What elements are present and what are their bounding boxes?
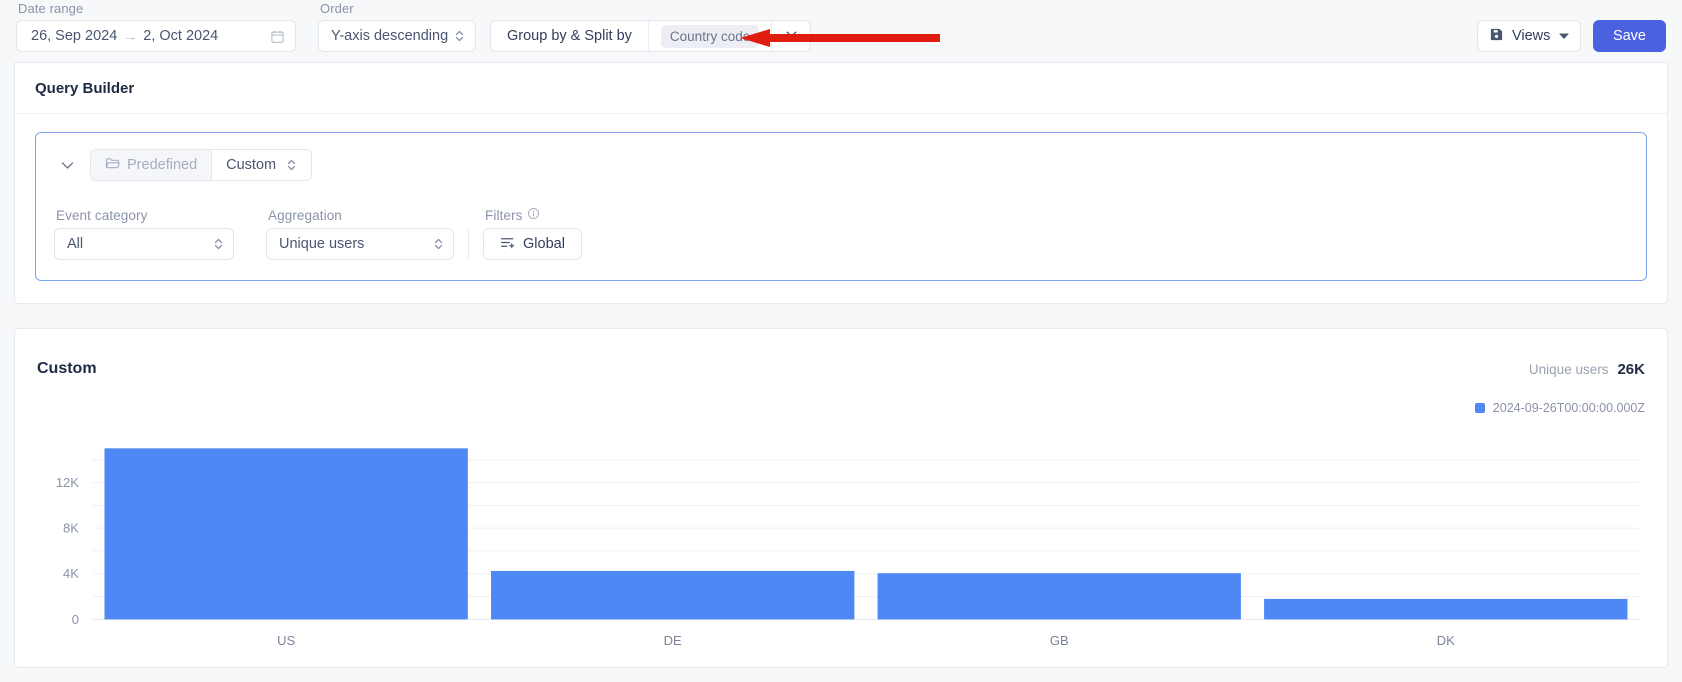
- order-select[interactable]: Y-axis descending: [318, 20, 476, 52]
- event-category-select[interactable]: All: [54, 228, 234, 260]
- date-range-separator: →: [123, 28, 138, 44]
- bar[interactable]: [104, 448, 468, 620]
- metric-label: Unique users: [1528, 361, 1609, 377]
- query-builder-body: Predefined Custom Event category All Agg…: [15, 114, 1667, 303]
- y-axis-tick-label: 12K: [56, 475, 79, 490]
- query-fields-row: Event category All Aggregation Unique us…: [54, 207, 1628, 260]
- query-builder-card: Query Builder Predefined Custom Event ca…: [14, 62, 1668, 304]
- save-button[interactable]: Save: [1592, 20, 1666, 52]
- chart-card: Custom Unique users 26K 2024-09-26T00:00…: [14, 328, 1668, 668]
- toolbar: Date range 26, Sep 2024 → 2, Oct 2024 Or…: [0, 0, 1682, 62]
- chevron-updown-icon: [433, 237, 444, 251]
- bar[interactable]: [1264, 598, 1628, 620]
- chart-legend: 2024-09-26T00:00:00.000Z: [15, 389, 1667, 415]
- bar-chart: 0 4K 8K 12K US DE GB DK: [56, 448, 1640, 648]
- order-value: Y-axis descending: [331, 28, 449, 44]
- date-range-label: Date range: [18, 1, 84, 16]
- x-axis-tick-label: GB: [1050, 633, 1069, 648]
- folder-icon: [105, 157, 120, 174]
- date-range-start: 26, Sep 2024: [31, 28, 118, 44]
- filter-icon: [500, 236, 515, 253]
- chevron-updown-icon: [213, 237, 224, 251]
- chevron-updown-icon: [286, 158, 297, 172]
- aggregation-group: Aggregation Unique users: [266, 208, 454, 260]
- mode-custom-label: Custom: [226, 157, 277, 173]
- date-range-end: 2, Oct 2024: [143, 28, 219, 44]
- collapse-toggle-icon[interactable]: [54, 152, 80, 178]
- chevron-updown-icon: [454, 29, 465, 43]
- query-builder-title: Query Builder: [15, 63, 1667, 114]
- chart-header: Custom Unique users 26K: [15, 329, 1667, 389]
- date-range-group: Date range 26, Sep 2024 → 2, Oct 2024: [16, 1, 296, 52]
- group-by-control[interactable]: Group by & Split by Country code: [490, 20, 812, 52]
- event-category-label: Event category: [56, 208, 148, 223]
- legend-label: 2024-09-26T00:00:00.000Z: [1492, 401, 1645, 415]
- filters-group: Filters Global: [483, 207, 582, 260]
- chart-title: Custom: [37, 360, 97, 377]
- field-divider: [468, 229, 469, 259]
- bar[interactable]: [491, 570, 855, 620]
- order-group: Order Y-axis descending: [318, 1, 476, 52]
- group-by-chip-wrap: Country code: [649, 21, 773, 51]
- views-button-label: Views: [1511, 28, 1551, 44]
- y-axis-tick-label: 8K: [63, 521, 79, 536]
- x-axis-tick-label: DE: [664, 633, 682, 648]
- toolbar-right-actions: Views Save: [1476, 20, 1666, 52]
- chevron-down-icon: [1558, 28, 1570, 44]
- chart-plot-area: 0 4K 8K 12K US DE GB DK: [15, 429, 1667, 667]
- order-label: Order: [320, 1, 354, 16]
- chart-summary-metric: Unique users 26K: [1529, 361, 1645, 378]
- aggregation-value: Unique users: [279, 236, 365, 252]
- aggregation-select[interactable]: Unique users: [266, 228, 454, 260]
- legend-swatch: [1474, 403, 1485, 413]
- metric-value: 26K: [1617, 360, 1645, 378]
- views-button[interactable]: Views: [1476, 20, 1581, 52]
- group-by-label: Group by & Split by: [491, 21, 649, 51]
- query-block-header: Predefined Custom: [54, 149, 1628, 181]
- filters-label: Filters: [483, 207, 582, 223]
- x-axis-tick-label: DK: [1437, 633, 1455, 648]
- mode-predefined-label: Predefined: [127, 157, 198, 173]
- global-filter-label: Global: [523, 236, 565, 252]
- mode-segmented-control: Predefined Custom: [90, 149, 313, 181]
- x-axis-tick-label: US: [277, 633, 295, 648]
- group-by-clear-button[interactable]: [772, 21, 810, 51]
- query-block: Predefined Custom Event category All Agg…: [35, 132, 1647, 281]
- calendar-icon: [270, 29, 285, 44]
- filters-label-text: Filters: [485, 207, 523, 223]
- y-axis-tick-label: 4K: [63, 566, 79, 581]
- mode-predefined-option[interactable]: Predefined: [91, 150, 212, 180]
- event-category-group: Event category All: [54, 208, 266, 260]
- save-disk-icon: [1489, 27, 1504, 46]
- info-icon[interactable]: [527, 207, 540, 223]
- group-by-chip[interactable]: Country code: [660, 24, 760, 48]
- mode-custom-option[interactable]: Custom: [211, 150, 312, 180]
- aggregation-label: Aggregation: [268, 208, 342, 223]
- global-filter-button[interactable]: Global: [483, 228, 582, 260]
- bar[interactable]: [877, 573, 1241, 620]
- y-axis-tick-label: 0: [72, 612, 79, 627]
- date-range-input[interactable]: 26, Sep 2024 → 2, Oct 2024: [16, 20, 296, 52]
- event-category-value: All: [67, 236, 84, 252]
